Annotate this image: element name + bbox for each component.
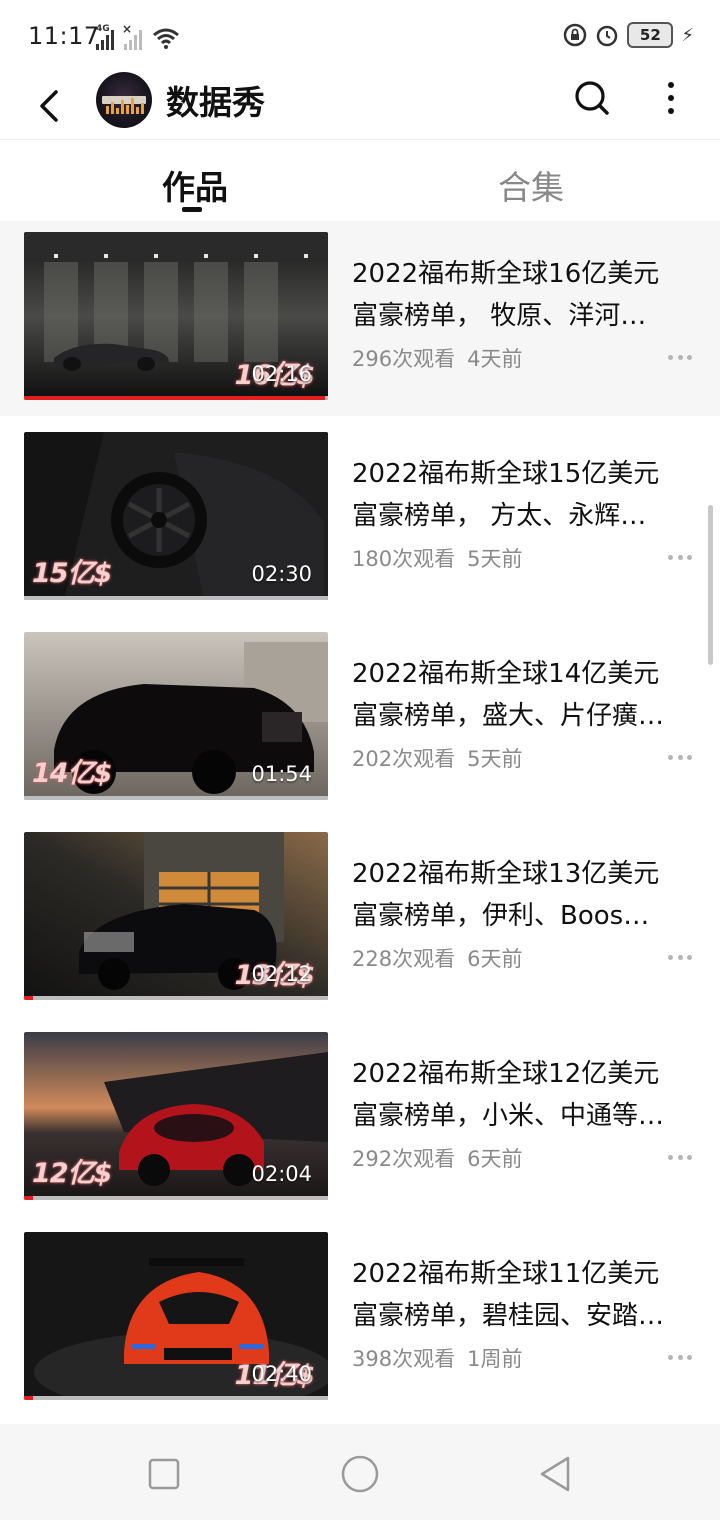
lock-rotation-icon bbox=[564, 23, 587, 47]
progress-fill bbox=[24, 1396, 34, 1400]
progress-bar bbox=[24, 796, 328, 800]
status-time: 11:17 bbox=[28, 22, 100, 50]
video-duration: 02:40 bbox=[251, 1362, 312, 1386]
charging-icon: ⚡ bbox=[681, 24, 694, 46]
video-list: 16亿$ 02:16 2022福布斯全球16亿美元 富豪榜单， 牧原、洋河… 2… bbox=[0, 221, 720, 1416]
video-thumbnail[interactable]: 12亿$ 02:04 bbox=[24, 1032, 328, 1200]
video-duration: 01:54 bbox=[251, 762, 312, 786]
amount-overlay: 14亿$ bbox=[32, 758, 112, 789]
progress-fill bbox=[24, 396, 325, 400]
video-item[interactable]: 12亿$ 02:04 2022福布斯全球12亿美元 富豪榜单，小米、中通等… 2… bbox=[0, 1016, 720, 1216]
signal-4g-icon: 4G bbox=[96, 24, 114, 50]
search-icon bbox=[575, 81, 609, 115]
post-time: 1周前 bbox=[467, 1347, 523, 1371]
channel-avatar[interactable] bbox=[96, 72, 152, 128]
video-title[interactable]: 2022福布斯全球15亿美元 富豪榜单， 方太、永辉… bbox=[352, 453, 692, 537]
tab-collection[interactable]: 合集 bbox=[498, 161, 564, 209]
header: 数据秀 bbox=[0, 72, 720, 140]
video-meta: 292次观看 6天前 bbox=[352, 1143, 522, 1173]
video-thumbnail[interactable]: 11亿$ 02:40 bbox=[24, 1232, 328, 1400]
video-thumbnail[interactable]: 14亿$ 01:54 bbox=[24, 632, 328, 800]
video-thumbnail[interactable]: 16亿$ 02:16 bbox=[24, 232, 328, 400]
video-thumbnail[interactable]: 13亿$ 02:12 bbox=[24, 832, 328, 1000]
signal-sim2-icon: × bbox=[122, 22, 142, 50]
more-vertical-icon bbox=[668, 82, 674, 88]
signal-icons: 4G × bbox=[96, 22, 180, 50]
view-count: 228次观看 bbox=[352, 947, 456, 971]
battery-icon: 52 bbox=[627, 22, 674, 48]
progress-bar bbox=[24, 1396, 328, 1400]
video-duration: 02:30 bbox=[251, 562, 312, 586]
video-item[interactable]: 14亿$ 01:54 2022福布斯全球14亿美元 富豪榜单，盛大、片仔癀… 2… bbox=[0, 616, 720, 816]
status-bar: 11:17 4G × 52 ⚡ bbox=[0, 0, 720, 72]
page-title: 数据秀 bbox=[166, 83, 265, 122]
video-item[interactable]: 16亿$ 02:16 2022福布斯全球16亿美元 富豪榜单， 牧原、洋河… 2… bbox=[0, 221, 720, 416]
video-item[interactable]: 11亿$ 02:40 2022福布斯全球11亿美元 富豪榜单，碧桂园、安踏… 3… bbox=[0, 1216, 720, 1416]
video-item[interactable]: 13亿$ 02:12 2022福布斯全球13亿美元 富豪榜单，伊利、Boos… … bbox=[0, 816, 720, 1016]
scrollbar[interactable] bbox=[708, 505, 713, 665]
chevron-left-icon bbox=[40, 90, 58, 122]
video-duration: 02:12 bbox=[251, 962, 312, 986]
video-duration: 02:16 bbox=[251, 362, 312, 386]
nav-recent-button[interactable] bbox=[144, 1454, 184, 1494]
system-nav-bar bbox=[0, 1424, 720, 1520]
view-count: 202次观看 bbox=[352, 747, 456, 771]
video-title[interactable]: 2022福布斯全球13亿美元 富豪榜单，伊利、Boos… bbox=[352, 853, 692, 937]
video-duration: 02:04 bbox=[251, 1162, 312, 1186]
more-horizontal-icon[interactable] bbox=[668, 955, 692, 961]
nav-back-button[interactable] bbox=[536, 1454, 576, 1494]
video-title[interactable]: 2022福布斯全球11亿美元 富豪榜单，碧桂园、安踏… bbox=[352, 1253, 692, 1337]
video-meta: 180次观看 5天前 bbox=[352, 543, 522, 573]
progress-fill bbox=[24, 1196, 34, 1200]
post-time: 4天前 bbox=[467, 347, 523, 371]
video-meta: 202次观看 5天前 bbox=[352, 743, 522, 773]
search-button[interactable] bbox=[572, 78, 612, 118]
view-count: 296次观看 bbox=[352, 347, 456, 371]
post-time: 5天前 bbox=[467, 547, 523, 571]
more-horizontal-icon[interactable] bbox=[668, 1355, 692, 1361]
amount-overlay: 15亿$ bbox=[32, 558, 112, 589]
video-title[interactable]: 2022福布斯全球16亿美元 富豪榜单， 牧原、洋河… bbox=[352, 253, 692, 337]
amount-overlay: 12亿$ bbox=[32, 1158, 112, 1189]
video-thumbnail[interactable]: 15亿$ 02:30 bbox=[24, 432, 328, 600]
video-title[interactable]: 2022福布斯全球14亿美元 富豪榜单，盛大、片仔癀… bbox=[352, 653, 692, 737]
status-right-icons: 52 ⚡ bbox=[563, 22, 694, 48]
tab-bar: 作品 合集 bbox=[0, 141, 720, 221]
progress-fill bbox=[24, 996, 34, 1000]
more-horizontal-icon[interactable] bbox=[668, 1155, 692, 1161]
progress-bar bbox=[24, 396, 328, 400]
more-horizontal-icon[interactable] bbox=[668, 555, 692, 561]
nav-home-button[interactable] bbox=[338, 1452, 382, 1496]
progress-bar bbox=[24, 596, 328, 600]
more-horizontal-icon[interactable] bbox=[668, 755, 692, 761]
video-meta: 398次观看 1周前 bbox=[352, 1343, 522, 1373]
tab-indicator bbox=[182, 207, 202, 212]
back-button[interactable] bbox=[28, 82, 72, 130]
view-count: 180次观看 bbox=[352, 547, 456, 571]
progress-bar bbox=[24, 996, 328, 1000]
post-time: 5天前 bbox=[467, 747, 523, 771]
square-icon bbox=[148, 1458, 180, 1490]
progress-bar bbox=[24, 1196, 328, 1200]
tab-works[interactable]: 作品 bbox=[162, 161, 228, 209]
view-count: 398次观看 bbox=[352, 1347, 456, 1371]
wifi-icon bbox=[153, 28, 179, 49]
more-button[interactable] bbox=[656, 76, 686, 120]
video-meta: 228次观看 6天前 bbox=[352, 943, 522, 973]
post-time: 6天前 bbox=[467, 947, 523, 971]
circle-icon bbox=[341, 1455, 379, 1493]
triangle-back-icon bbox=[540, 1456, 570, 1492]
post-time: 6天前 bbox=[467, 1147, 523, 1171]
video-title[interactable]: 2022福布斯全球12亿美元 富豪榜单，小米、中通等… bbox=[352, 1053, 692, 1137]
alarm-icon bbox=[597, 25, 618, 47]
view-count: 292次观看 bbox=[352, 1147, 456, 1171]
more-horizontal-icon[interactable] bbox=[668, 355, 692, 361]
video-item[interactable]: 15亿$ 02:30 2022福布斯全球15亿美元 富豪榜单， 方太、永辉… 1… bbox=[0, 416, 720, 616]
video-meta: 296次观看 4天前 bbox=[352, 343, 522, 373]
